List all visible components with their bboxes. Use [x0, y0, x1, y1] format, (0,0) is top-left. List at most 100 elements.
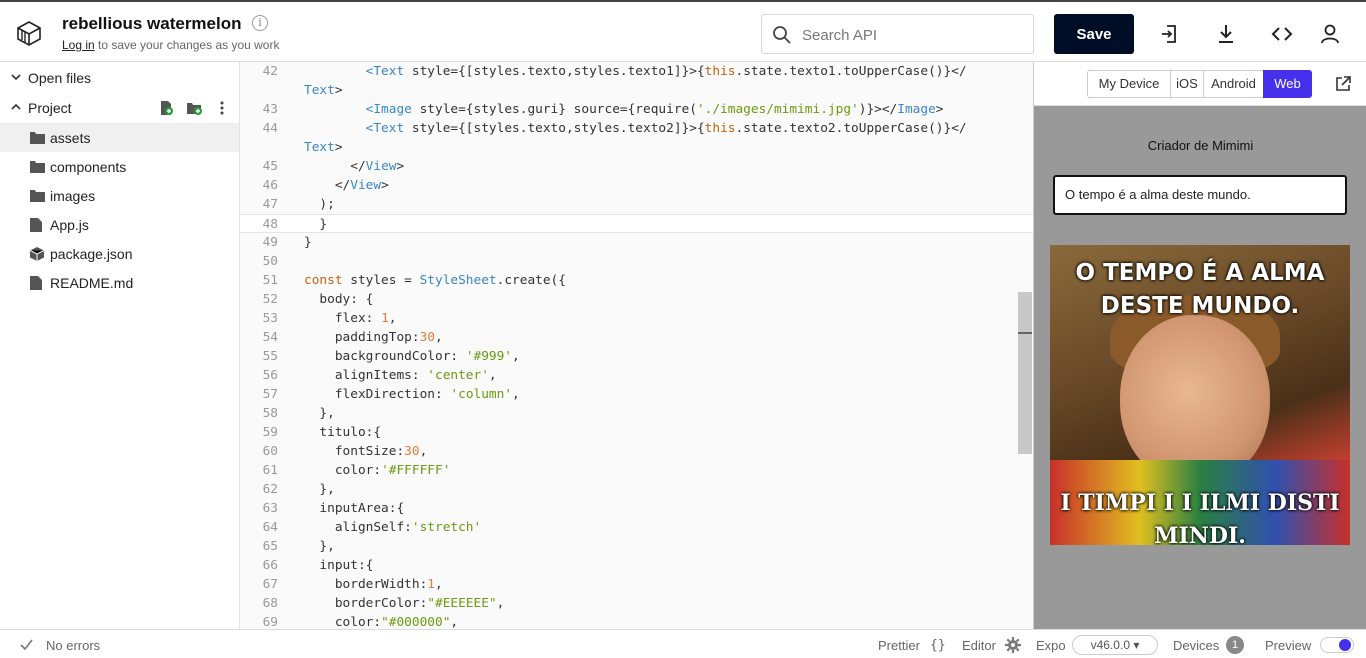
open-external-icon[interactable]: [1334, 75, 1352, 93]
code-line[interactable]: 54 paddingTop:30,: [240, 328, 1033, 347]
file-item-readme[interactable]: README.md: [0, 268, 239, 297]
code-line[interactable]: 69 color:"#000000",: [240, 613, 1033, 629]
code-line[interactable]: 67 borderWidth:1,: [240, 575, 1033, 594]
line-number: 48: [262, 217, 278, 232]
more-options-icon[interactable]: [214, 100, 230, 116]
open-files-section[interactable]: Open files: [0, 63, 239, 92]
download-icon[interactable]: [1214, 22, 1238, 46]
search-box[interactable]: [761, 14, 1034, 54]
embed-code-icon[interactable]: [1270, 22, 1294, 46]
tab-android[interactable]: Android: [1203, 70, 1264, 98]
gear-icon[interactable]: [1005, 637, 1021, 653]
file-item-assets[interactable]: assets: [0, 123, 239, 152]
code-line[interactable]: 44 <Text style={[styles.texto,styles.tex…: [240, 119, 1033, 138]
prettier-toggle[interactable]: Prettier: [878, 638, 920, 653]
folder-icon: [30, 161, 45, 173]
status-bar: No errors Prettier {} Editor Expo v46.0.…: [0, 629, 1366, 658]
new-file-icon[interactable]: [158, 100, 174, 116]
code-text: body: {: [319, 292, 374, 307]
preview-toolbar: My Device iOS Android Web: [1034, 62, 1366, 106]
line-number: 50: [262, 254, 278, 269]
file-item-app-js[interactable]: App.js: [0, 210, 239, 239]
line-number: 69: [262, 615, 278, 629]
sdk-version-select[interactable]: v46.0.0 ▾: [1072, 635, 1158, 655]
meme-text-input[interactable]: O tempo é a alma deste mundo.: [1053, 175, 1347, 215]
code-text: Text>: [304, 83, 343, 98]
code-line[interactable]: 42 <Text style={[styles.texto,styles.tex…: [240, 62, 1033, 81]
code-editor[interactable]: 42 <Text style={[styles.texto,styles.tex…: [240, 62, 1033, 629]
code-text: <Text style={[styles.texto,styles.texto2…: [365, 121, 967, 136]
code-line[interactable]: Text>: [240, 138, 1033, 157]
code-line[interactable]: 50: [240, 252, 1033, 271]
file-icon: [30, 276, 42, 290]
devices-label[interactable]: Devices: [1173, 638, 1219, 653]
meme-bottom-text: I TIMPI I I ILMI DISTI MINDI.: [1060, 490, 1340, 545]
code-line[interactable]: 53 flex: 1,: [240, 309, 1033, 328]
line-number: 68: [262, 596, 278, 611]
line-number: 46: [262, 178, 278, 193]
import-icon[interactable]: [1158, 22, 1182, 46]
code-line[interactable]: 51 const styles = StyleSheet.create({: [240, 271, 1033, 290]
code-line[interactable]: 60 fontSize:30,: [240, 442, 1033, 461]
code-line[interactable]: 58 },: [240, 404, 1033, 423]
code-text: );: [319, 197, 335, 212]
code-text: </View>: [350, 159, 405, 174]
snack-logo-icon[interactable]: [16, 20, 42, 46]
code-line[interactable]: 52 body: {: [240, 290, 1033, 309]
devices-count-badge: 1: [1226, 636, 1244, 654]
braces-icon[interactable]: {}: [930, 638, 946, 653]
file-item-images[interactable]: images: [0, 181, 239, 210]
file-sidebar: Open files Project assets components ima…: [0, 62, 240, 629]
preview-toggle[interactable]: [1320, 637, 1354, 653]
scrollbar-marker: [1018, 332, 1032, 334]
code-text: }: [304, 235, 312, 250]
check-icon: [20, 639, 33, 650]
code-line[interactable]: 43 <Image style={styles.guri} source={re…: [240, 100, 1033, 119]
code-line[interactable]: 61 color:'#FFFFFF': [240, 461, 1033, 480]
code-text: },: [319, 406, 335, 421]
code-line[interactable]: 55 backgroundColor: '#999',: [240, 347, 1033, 366]
project-section[interactable]: Project: [0, 93, 239, 122]
tab-ios[interactable]: iOS: [1170, 70, 1204, 98]
file-item-components[interactable]: components: [0, 152, 239, 181]
code-line[interactable]: 45 </View>: [240, 157, 1033, 176]
app-title: Criador de Mimimi: [1147, 138, 1254, 153]
code-text: color:"#000000",: [334, 615, 459, 629]
meme-image: O TEMPO É A ALMA DESTE MUNDO. I TIMPI I …: [1050, 245, 1350, 545]
save-button[interactable]: Save: [1054, 14, 1134, 54]
code-line[interactable]: 57 flexDirection: 'column',: [240, 385, 1033, 404]
new-folder-icon[interactable]: [186, 100, 202, 116]
error-status[interactable]: No errors: [46, 638, 100, 653]
code-text: flexDirection: 'column',: [334, 387, 520, 402]
editor-scrollbar[interactable]: [1018, 292, 1032, 454]
line-number: 52: [262, 292, 278, 307]
user-icon[interactable]: [1318, 22, 1342, 46]
tab-my-device[interactable]: My Device: [1087, 70, 1171, 98]
code-line[interactable]: 65 },: [240, 537, 1033, 556]
project-name[interactable]: rebellious watermelon: [62, 14, 242, 34]
info-icon[interactable]: i: [252, 15, 268, 31]
login-link[interactable]: Log in: [62, 38, 95, 52]
tab-web[interactable]: Web: [1263, 70, 1312, 98]
code-line[interactable]: 63 inputArea:{: [240, 499, 1033, 518]
editor-settings[interactable]: Editor: [962, 638, 996, 653]
code-line[interactable]: 66 input:{: [240, 556, 1033, 575]
code-line[interactable]: 48 }: [240, 214, 1033, 233]
code-line[interactable]: 47 );: [240, 195, 1033, 214]
code-line[interactable]: 64 alignSelf:'stretch': [240, 518, 1033, 537]
code-line[interactable]: 68 borderColor:"#EEEEEE",: [240, 594, 1033, 613]
line-number: 66: [262, 558, 278, 573]
code-line[interactable]: 56 alignItems: 'center',: [240, 366, 1033, 385]
file-item-package-json[interactable]: package.json: [0, 239, 239, 268]
code-line[interactable]: 49}: [240, 233, 1033, 252]
code-line[interactable]: 62 },: [240, 480, 1033, 499]
code-line[interactable]: Text>: [240, 81, 1033, 100]
search-input[interactable]: [802, 24, 1022, 46]
line-number: 63: [262, 501, 278, 516]
code-line[interactable]: 46 </View>: [240, 176, 1033, 195]
code-line[interactable]: 59 titulo:{: [240, 423, 1033, 442]
code-text: alignItems: 'center',: [334, 368, 497, 383]
package-icon: [30, 247, 44, 261]
line-number: 42: [262, 64, 278, 79]
code-text: <Image style={styles.guri} source={requi…: [365, 102, 944, 117]
